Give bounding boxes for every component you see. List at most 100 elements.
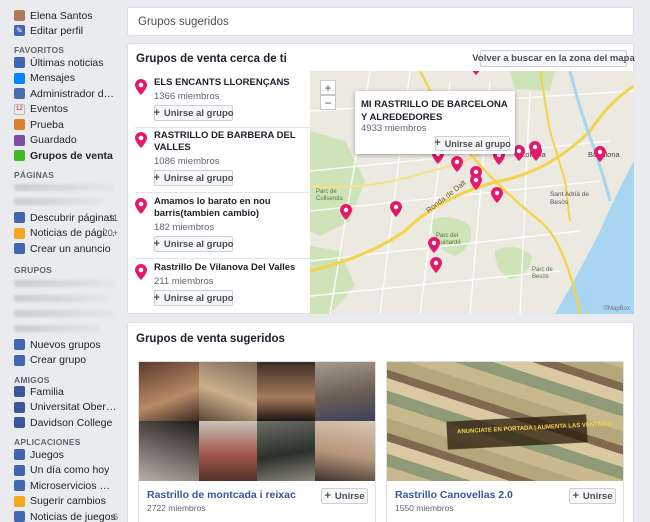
sidebar-item-grupos-de-venta[interactable]: Grupos de venta [14, 148, 118, 163]
page-title-bar: Grupos sugeridos [127, 7, 634, 36]
map-pin-icon[interactable] [340, 204, 352, 220]
map-pin-icon[interactable] [428, 237, 440, 253]
suggested-group-name[interactable]: Rastrillo Canovellas 2.0 [395, 489, 513, 501]
blurred-page-item [14, 198, 104, 205]
map-credit: ©MapBox [603, 306, 630, 312]
popup-join-button[interactable]: + Unirse al grupo [434, 136, 511, 151]
left-sidebar: Elena Santos ✎ Editar perfil FAVORITOS Ú… [0, 0, 124, 522]
nearby-heading: Grupos de venta cerca de ti [136, 53, 287, 65]
cover-photo [315, 421, 375, 481]
blurred-page-item [14, 184, 114, 191]
pages-heading: PÁGINAS [14, 170, 55, 180]
plus-icon: + [153, 237, 160, 250]
edit-profile-link[interactable]: ✎ Editar perfil [14, 23, 83, 38]
sidebar-item-label: Administrador de a... [30, 87, 118, 100]
sidebar-item-count: 11 [108, 212, 118, 223]
nearby-group-members: 182 miembros [154, 222, 215, 233]
cover-photo [199, 421, 257, 481]
sidebar-item-davidson-college[interactable]: Davidson College [14, 415, 118, 430]
blurred-group-item [14, 295, 109, 302]
suggested-group-members: 2722 miembros [147, 503, 206, 513]
apps-heading: APLICACIONES [14, 437, 81, 447]
join-group-button[interactable]: + Unirse al grupo [153, 236, 234, 252]
cover-photo [257, 421, 315, 481]
new-groups-icon [14, 339, 25, 350]
sidebar-item-label: Un día como hoy [30, 464, 110, 476]
profile-link[interactable]: Elena Santos [14, 8, 92, 23]
sidebar-item-label: Últimas noticias [30, 56, 104, 69]
sidebar-item-label: Mensajes [30, 72, 75, 84]
sidebar-item-label: Grupos de venta [30, 149, 113, 162]
nearby-group-name[interactable]: RASTRILLO DE BARBERA DEL VALLES [154, 130, 304, 154]
redo-search-button[interactable]: Volver a buscar en la zona del mapa [472, 50, 635, 67]
pages-feed-icon [14, 227, 25, 239]
popup-member-count: 4933 miembros [361, 123, 427, 134]
suggested-group-members: 1550 miembros [395, 503, 454, 513]
map-pin-icon[interactable] [594, 146, 606, 162]
calendar-icon: 12 [14, 103, 25, 115]
plus-icon: + [572, 489, 579, 502]
sidebar-item-crear-un-anuncio[interactable]: Crear un anuncio [14, 241, 118, 256]
prueba-page-icon [14, 119, 25, 130]
nearby-group-members: 1086 miembros [154, 156, 220, 167]
sidebar-item-label: Crear grupo [30, 354, 87, 366]
sidebar-item-eventos[interactable]: 12 Eventos [14, 102, 118, 117]
cover-photo [139, 362, 199, 421]
map-popup: MI RASTRILLO DE BARCELONA Y ALREDEDORES … [355, 91, 515, 154]
join-group-button[interactable]: + Unirse al grupo [153, 105, 234, 121]
sidebar-item-noticias-de-páginas[interactable]: Noticias de páginas 20+ [14, 226, 118, 241]
sale-groups-icon [14, 150, 25, 161]
map-pin-icon[interactable] [390, 201, 402, 217]
sidebar-item-descubrir-páginas[interactable]: Descubrir páginas 11 [14, 210, 118, 225]
suggested-group-card[interactable]: ANUNCIATE EN PORTADA | AUMENTA LAS VENTA… [386, 361, 624, 522]
groups-map[interactable]: + − Ronda de Dalt Coloma Badalona Sant A… [310, 71, 634, 314]
join-group-button[interactable]: + Unirse al grupo [153, 170, 234, 186]
sidebar-item-un-día-como-hoy[interactable]: Un día como hoy [14, 463, 118, 478]
sidebar-item-familia[interactable]: Familia [14, 384, 118, 399]
sidebar-item-mensajes[interactable]: Mensajes [14, 71, 118, 86]
suggested-group-name[interactable]: Rastrillo de montcada i reixac [147, 489, 296, 501]
nearby-group-name[interactable]: Amamos lo barato en nou barris(tambien c… [154, 196, 304, 220]
nearby-group-name[interactable]: ELS ENCANTS LLORENÇANS [154, 77, 304, 89]
quiz-app-icon [14, 480, 25, 491]
map-pin-icon[interactable] [470, 71, 482, 75]
join-group-button[interactable]: + Unirse al grupo [153, 290, 234, 306]
sidebar-item-administrador-de-a[interactable]: Administrador de a... [14, 86, 118, 101]
plus-icon: + [153, 106, 160, 119]
suggested-group-card[interactable]: Rastrillo de montcada i reixac 2722 miem… [138, 361, 376, 522]
group-cover-banknotes: ANUNCIATE EN PORTADA | AUMENTA LAS VENTA… [387, 362, 623, 481]
sidebar-item-label: Guardado [30, 134, 77, 146]
map-pin-icon [135, 79, 147, 98]
join-group-button[interactable]: + Unirse [321, 488, 368, 504]
map-pin-icon[interactable] [470, 174, 482, 190]
sidebar-item-noticias-de-juegos[interactable]: Noticias de juegos 6 [14, 509, 118, 522]
sidebar-item-sugerir-cambios[interactable]: Sugerir cambios [14, 494, 118, 509]
page-title: Grupos sugeridos [138, 16, 229, 28]
sidebar-item-count: 6 [112, 511, 118, 522]
avatar [14, 10, 25, 21]
nearby-group-name[interactable]: Rastrillo De Vilanova Del Valles [154, 262, 304, 274]
join-group-button[interactable]: + Unirse [569, 488, 616, 504]
sidebar-item-últimas-noticias[interactable]: Últimas noticias [14, 55, 118, 70]
map-pin-icon[interactable] [491, 187, 503, 203]
sidebar-item-label: Juegos [30, 448, 64, 461]
map-pin-icon[interactable] [451, 156, 463, 172]
sidebar-item-label: Microservicios Quiz [30, 479, 118, 492]
sidebar-item-nuevos-grupos[interactable]: Nuevos grupos [14, 337, 118, 352]
sidebar-item-prueba[interactable]: Prueba [14, 117, 118, 132]
sidebar-item-label: Sugerir cambios [30, 495, 106, 507]
map-pin-icon[interactable] [430, 257, 442, 273]
sidebar-item-microservicios-quiz[interactable]: Microservicios Quiz [14, 478, 118, 493]
family-icon [14, 386, 25, 397]
on-this-day-icon [14, 464, 25, 476]
sidebar-item-guardado[interactable]: Guardado [14, 133, 118, 148]
sidebar-item-juegos[interactable]: Juegos [14, 447, 118, 462]
sidebar-item-label: Descubrir páginas [30, 211, 115, 224]
discover-pages-icon [14, 212, 25, 223]
sidebar-item-universitat-oberta-d[interactable]: Universitat Oberta d... [14, 400, 118, 415]
blurred-group-item [14, 280, 116, 287]
sidebar-item-crear-grupo[interactable]: Crear grupo [14, 353, 118, 368]
plus-icon: + [434, 137, 441, 149]
nearby-groups-card: Grupos de venta cerca de ti Volver a bus… [127, 43, 635, 314]
messenger-icon [14, 72, 25, 84]
